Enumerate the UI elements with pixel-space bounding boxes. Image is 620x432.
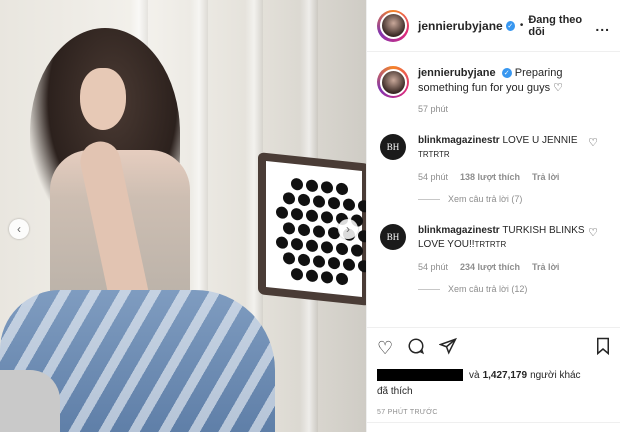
comment-text-block: blinkmagazinestr TURKISH BLINKS LOVE YOU… bbox=[418, 224, 588, 252]
pattern-dot bbox=[298, 193, 310, 207]
pattern-dot bbox=[283, 221, 295, 236]
add-comment-bar[interactable] bbox=[367, 422, 620, 432]
profile-avatar[interactable] bbox=[377, 9, 409, 42]
view-replies-label[interactable]: Xem câu trả lời (7) bbox=[448, 194, 522, 204]
pattern-dot bbox=[313, 254, 325, 269]
comment-meta: 54 phút 234 lượt thích Trả lời bbox=[418, 262, 610, 272]
heart-icon[interactable]: ♡ bbox=[377, 338, 393, 359]
likes-count[interactable]: 1,427,179 bbox=[483, 370, 528, 381]
likes-suffix[interactable]: người khác bbox=[530, 370, 581, 381]
liked-label: đã thích bbox=[377, 386, 413, 397]
pattern-dot bbox=[291, 267, 303, 281]
caption-username[interactable]: jennierubyjane bbox=[418, 67, 496, 79]
post-details-panel: jennierubyjane ✓ • Đang theo dõi ... jen… bbox=[366, 0, 620, 432]
pattern-dot bbox=[336, 272, 348, 286]
next-photo-button[interactable]: › bbox=[338, 219, 358, 239]
header-separator: • bbox=[519, 20, 524, 31]
pattern-dot bbox=[306, 209, 318, 223]
pattern-dot bbox=[343, 198, 355, 212]
verified-badge-icon: ✓ bbox=[505, 20, 515, 31]
reply-button[interactable]: Trả lời bbox=[532, 172, 559, 182]
post-actions: ♡ và 1,427,179 người khác đã thích 57 PH… bbox=[367, 327, 620, 416]
pattern-dot bbox=[306, 269, 318, 283]
pattern-dot bbox=[336, 242, 348, 256]
avatar-image bbox=[379, 68, 407, 96]
rug-shape bbox=[0, 370, 60, 432]
like-comment-icon[interactable]: ♡ bbox=[588, 226, 598, 239]
comment-username[interactable]: blinkmagazinestr bbox=[418, 135, 500, 146]
view-replies[interactable]: Xem câu trả lời (7) bbox=[418, 194, 610, 204]
view-replies[interactable]: Xem câu trả lời (12) bbox=[418, 284, 610, 294]
pattern-dot bbox=[291, 237, 303, 251]
pattern-dot bbox=[321, 240, 333, 254]
pattern-dot bbox=[291, 207, 303, 221]
header-username[interactable]: jennierubyjane bbox=[418, 19, 503, 33]
caption-time: 57 phút bbox=[418, 104, 449, 114]
comment-likes[interactable]: 234 lượt thích bbox=[460, 262, 520, 272]
post-timestamp: 57 PHÚT TRƯỚC bbox=[377, 409, 438, 416]
pattern-dot bbox=[283, 191, 295, 206]
face-shape bbox=[80, 68, 126, 130]
pattern-dot bbox=[276, 206, 288, 220]
comment-meta: 54 phút 138 lượt thích Trả lời bbox=[418, 172, 610, 182]
pattern-dot bbox=[298, 223, 310, 237]
post-caption: jennierubyjane ✓ Preparing something fun… bbox=[377, 66, 610, 98]
comments-section: jennierubyjane ✓ Preparing something fun… bbox=[367, 52, 620, 294]
pattern-dot bbox=[321, 210, 333, 224]
likes-summary: và 1,427,179 người khác bbox=[377, 369, 611, 381]
pattern-dot bbox=[276, 236, 288, 250]
caption-text-block: jennierubyjane ✓ Preparing something fun… bbox=[418, 66, 610, 98]
pattern-dot bbox=[283, 251, 295, 266]
pattern-dot bbox=[343, 258, 355, 272]
replies-divider bbox=[418, 288, 440, 290]
comment-text-small: TRTRTR bbox=[474, 240, 507, 249]
comment-username[interactable]: blinkmagazinestr bbox=[418, 225, 500, 236]
pattern-dot bbox=[351, 243, 363, 258]
pattern-dot bbox=[328, 196, 340, 210]
likes-prefix: và bbox=[469, 369, 480, 381]
more-options-icon[interactable]: ... bbox=[595, 18, 610, 34]
pattern-dot bbox=[313, 194, 325, 209]
pattern-dot bbox=[358, 229, 366, 243]
action-icons: ♡ bbox=[377, 336, 611, 360]
comment-text-block: blinkmagazinestr LOVE U JENNIE TRTRTR bbox=[418, 134, 588, 162]
verified-badge-icon: ✓ bbox=[501, 68, 512, 79]
pattern-dot bbox=[328, 256, 340, 270]
replies-divider bbox=[418, 198, 440, 200]
redacted-names bbox=[377, 369, 463, 381]
prev-photo-button[interactable]: ‹ bbox=[9, 219, 29, 239]
pattern-dot bbox=[298, 253, 310, 267]
post-photo: ‹ › bbox=[0, 0, 366, 432]
pattern-dot bbox=[321, 270, 333, 284]
post-header: jennierubyjane ✓ • Đang theo dõi ... bbox=[367, 0, 620, 52]
comment-text: LOVE U JENNIE bbox=[502, 135, 578, 146]
pattern-dot bbox=[358, 259, 366, 273]
following-button[interactable]: Đang theo dõi bbox=[528, 14, 595, 38]
commenter-avatar[interactable]: BH bbox=[380, 134, 406, 160]
pattern-dot bbox=[321, 180, 333, 194]
pattern-dot bbox=[306, 239, 318, 253]
pattern-dot bbox=[358, 199, 366, 213]
comment-item: BH blinkmagazinestr LOVE U JENNIE TRTRTR… bbox=[377, 134, 610, 162]
share-icon[interactable] bbox=[438, 337, 458, 360]
pattern-dot bbox=[306, 179, 318, 193]
avatar-image bbox=[379, 12, 407, 39]
caption-avatar[interactable] bbox=[377, 66, 409, 98]
comment-likes[interactable]: 138 lượt thích bbox=[460, 172, 520, 182]
bookmark-icon[interactable] bbox=[595, 337, 611, 360]
view-replies-label[interactable]: Xem câu trả lời (12) bbox=[448, 284, 527, 294]
comment-item: BH blinkmagazinestr TURKISH BLINKS LOVE … bbox=[377, 224, 610, 252]
comment-icon[interactable] bbox=[407, 337, 425, 360]
comment-text-small: TRTRTR bbox=[418, 150, 450, 159]
pattern-dot bbox=[336, 182, 348, 196]
like-comment-icon[interactable]: ♡ bbox=[588, 136, 598, 149]
reply-button[interactable]: Trả lời bbox=[532, 262, 559, 272]
pattern-dot bbox=[291, 177, 303, 191]
comment-time: 54 phút bbox=[418, 172, 449, 182]
pattern-dot bbox=[313, 224, 325, 239]
commenter-avatar[interactable]: BH bbox=[380, 224, 406, 250]
comment-time: 54 phút bbox=[418, 262, 449, 272]
